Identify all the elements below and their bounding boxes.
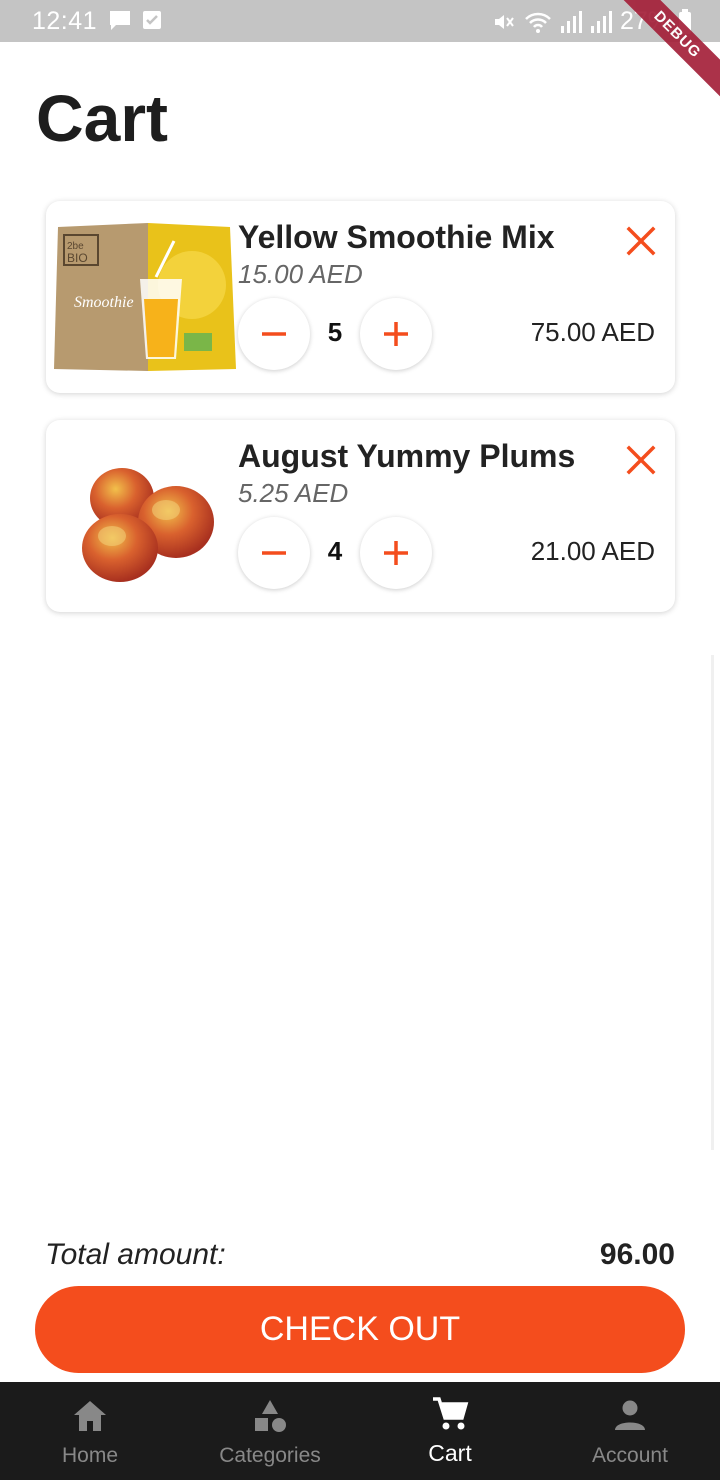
minus-icon xyxy=(262,332,286,336)
svg-text:Smoothie: Smoothie xyxy=(74,294,134,311)
product-name: Yellow Smoothie Mix xyxy=(238,219,555,255)
status-bar: 12:41 27% DEBUG xyxy=(0,0,720,105)
nav-label: Home xyxy=(61,1444,119,1467)
total-amount: 96.00 xyxy=(599,1238,675,1271)
scroll-indicator xyxy=(711,655,714,1150)
increase-quantity-button[interactable] xyxy=(360,517,432,589)
nav-item-account[interactable]: Account xyxy=(540,1382,720,1480)
line-total: 75.00 AED xyxy=(530,317,655,347)
person-icon xyxy=(615,1400,645,1430)
quantity-value: 5 xyxy=(327,317,343,347)
bottom-navigation: Home Categories Cart Account xyxy=(0,1382,720,1480)
decrease-quantity-button[interactable] xyxy=(238,298,310,370)
unit-price: 15.00 AED xyxy=(238,259,363,289)
shapes-icon xyxy=(255,1400,286,1432)
chat-icon xyxy=(110,11,130,30)
smoothie-pack-image: 2be BIO Smoothie xyxy=(54,223,236,371)
minus-icon xyxy=(262,551,286,555)
cart-item-card: 2be BIO Smoothie Yellow Smoothie Mix 15.… xyxy=(46,201,675,393)
mute-icon xyxy=(494,14,514,29)
product-name: August Yummy Plums xyxy=(238,438,576,474)
signal-icon xyxy=(560,10,582,33)
nav-label: Categories xyxy=(219,1444,321,1467)
nav-item-cart[interactable]: Cart xyxy=(360,1382,540,1480)
home-icon xyxy=(74,1401,106,1431)
remove-item-button[interactable] xyxy=(623,442,659,478)
plus-icon xyxy=(384,322,408,346)
quantity-value: 4 xyxy=(327,536,343,566)
plums-image xyxy=(82,468,214,582)
status-time: 12:41 xyxy=(32,7,98,35)
check-box-icon xyxy=(143,11,161,29)
nav-label: Cart xyxy=(428,1440,472,1466)
cart-icon xyxy=(433,1397,469,1430)
cart-item-card: August Yummy Plums 5.25 AED 4 21.00 AED xyxy=(46,420,675,612)
increase-quantity-button[interactable] xyxy=(360,298,432,370)
total-label: Total amount: xyxy=(45,1238,226,1271)
unit-price: 5.25 AED xyxy=(238,478,349,508)
remove-item-button[interactable] xyxy=(623,223,659,259)
plus-icon xyxy=(384,541,408,565)
svg-text:BIO: BIO xyxy=(67,251,88,265)
line-total: 21.00 AED xyxy=(530,536,655,566)
nav-item-categories[interactable]: Categories xyxy=(180,1382,360,1480)
page-title: Cart xyxy=(36,81,169,155)
checkout-button[interactable]: CHECK OUT xyxy=(35,1286,685,1373)
wifi-icon xyxy=(525,12,551,33)
decrease-quantity-button[interactable] xyxy=(238,517,310,589)
nav-item-home[interactable]: Home xyxy=(0,1382,180,1480)
nav-label: Account xyxy=(592,1444,668,1467)
signal-icon xyxy=(590,10,612,33)
